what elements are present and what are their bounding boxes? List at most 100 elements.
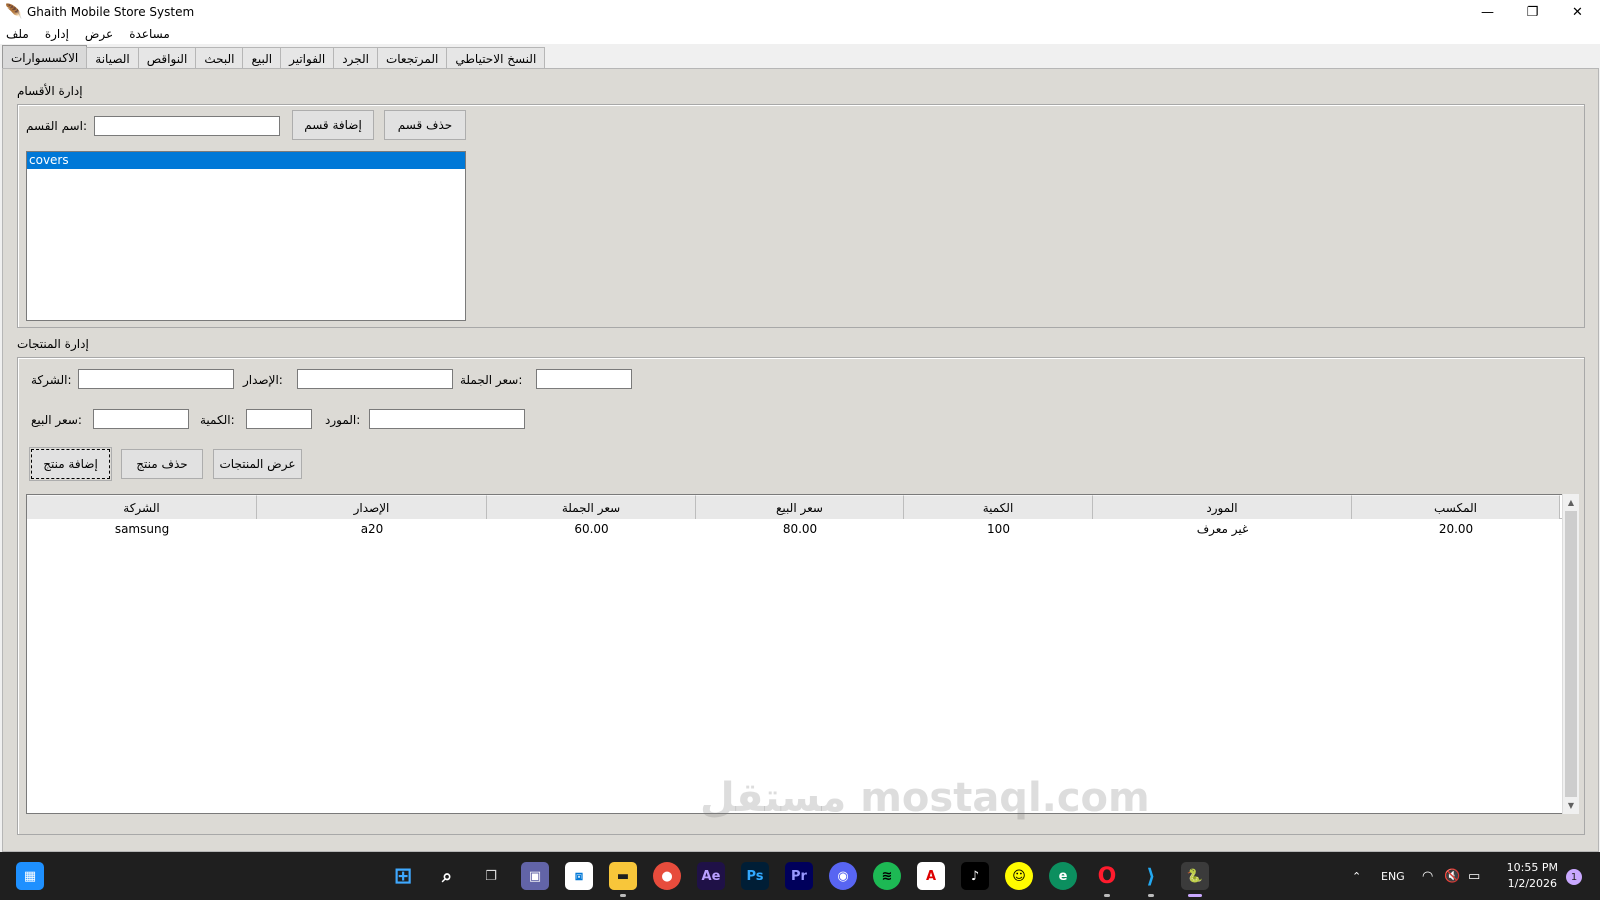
search-icon[interactable]: ⌕	[433, 862, 461, 890]
python-icon[interactable]: 🐍	[1181, 862, 1209, 890]
column-supplier[interactable]: المورد	[1093, 495, 1352, 519]
tab-backup[interactable]: النسخ الاحتياطي	[446, 47, 546, 69]
show-hidden-icons[interactable]: ⌃	[1352, 852, 1361, 900]
supplier-label: المورد:	[325, 413, 361, 427]
tab-returns[interactable]: المرتجعات	[376, 47, 448, 69]
menu-help[interactable]: مساعدة	[127, 27, 172, 41]
supplier-input[interactable]	[369, 409, 525, 429]
tab-shortages[interactable]: النواقص	[137, 47, 197, 69]
table-row[interactable]: samsung a20 60.00 80.00 100 غير معرف 20.…	[27, 519, 1577, 539]
cell-wholesale-price: 60.00	[574, 522, 609, 536]
wholesale-price-label: سعر الجملة:	[460, 373, 523, 387]
tab-content: إدارة الأقسام اسم القسم: إضافة قسم حذف ق…	[2, 68, 1599, 852]
tab-accessories[interactable]: الاكسسوارات	[2, 45, 88, 69]
column-company[interactable]: الشركة	[27, 495, 257, 519]
show-products-button[interactable]: عرض المنتجات	[213, 449, 302, 479]
cell-quantity: 100	[987, 522, 1010, 536]
clock-date: 1/2/2026	[1507, 877, 1558, 890]
table-scrollbar[interactable]: ▲ ▼	[1562, 494, 1579, 814]
category-name-label: اسم القسم:	[26, 119, 87, 133]
column-version[interactable]: الإصدار	[257, 495, 487, 519]
tab-invoices[interactable]: الفواتير	[280, 47, 335, 69]
watermark: مستقل mostaql.com	[700, 775, 1150, 821]
scroll-down-icon[interactable]: ▼	[1563, 797, 1579, 814]
delete-product-button[interactable]: حذف منتج	[121, 449, 203, 479]
products-group: الشركة: الإصدار: سعر الجملة: سعر البيع: …	[17, 357, 1585, 835]
store-icon[interactable]: ⧈	[565, 862, 593, 890]
tab-search[interactable]: البحث	[195, 47, 244, 69]
widgets-icon[interactable]: ▦	[16, 862, 44, 890]
menu-file[interactable]: ملف	[4, 27, 31, 41]
version-input[interactable]	[297, 369, 453, 389]
running-indicator	[620, 894, 626, 897]
menu-bar: ملف إدارة عرض مساعدة	[0, 24, 1600, 44]
photoshop-icon[interactable]: Ps	[741, 862, 769, 890]
cell-sale-price: 80.00	[782, 522, 818, 536]
column-quantity[interactable]: الكمية	[904, 495, 1093, 519]
notification-badge[interactable]: 1	[1566, 869, 1582, 885]
snapchat-icon[interactable]: ☺	[1005, 862, 1033, 890]
column-wholesale-price[interactable]: سعر الجملة	[487, 495, 696, 519]
cell-supplier: غير معرف	[1196, 522, 1249, 536]
clock-time: 10:55 PM	[1506, 861, 1558, 874]
cell-company: samsung	[114, 522, 170, 536]
after-effects-icon[interactable]: Ae	[697, 862, 725, 890]
file-explorer-icon[interactable]: ▬	[609, 862, 637, 890]
wifi-icon[interactable]: ◠	[1422, 852, 1433, 900]
acrobat-icon[interactable]: A	[917, 862, 945, 890]
window-title: Ghaith Mobile Store System	[27, 5, 195, 19]
column-sale-price[interactable]: سعر البيع	[696, 495, 904, 519]
close-button[interactable]: ✕	[1555, 0, 1600, 24]
categories-group-label: إدارة الأقسام	[17, 84, 83, 98]
edge-icon[interactable]: e	[1049, 862, 1077, 890]
spotify-icon[interactable]: ≋	[873, 862, 901, 890]
tab-maintenance[interactable]: الصيانة	[86, 47, 139, 69]
title-bar: 🪶 Ghaith Mobile Store System — ❐ ✕	[0, 0, 1600, 24]
wholesale-price-input[interactable]	[536, 369, 632, 389]
cell-profit: 20.00	[1438, 522, 1474, 536]
opera-icon[interactable]: O	[1093, 862, 1121, 890]
quantity-label: الكمية:	[200, 413, 235, 427]
quantity-input[interactable]	[246, 409, 312, 429]
chrome-icon[interactable]: ●	[653, 862, 681, 890]
battery-icon[interactable]: ▭	[1468, 852, 1480, 900]
categories-listbox[interactable]: covers	[26, 151, 466, 321]
tab-sales[interactable]: البيع	[242, 47, 282, 69]
windows-start-icon[interactable]: ⊞	[389, 862, 417, 890]
scroll-thumb[interactable]	[1565, 511, 1577, 797]
clock[interactable]: 10:55 PM 1/2/2026	[1507, 860, 1558, 892]
tiktok-icon[interactable]: ♪	[961, 862, 989, 890]
category-name-input[interactable]	[94, 116, 280, 136]
premiere-icon[interactable]: Pr	[785, 862, 813, 890]
window-controls: — ❐ ✕	[1465, 0, 1600, 24]
products-table[interactable]: الشركة الإصدار سعر الجملة سعر البيع الكم…	[26, 494, 1578, 814]
task-view-icon[interactable]: ❐	[477, 862, 505, 890]
scroll-up-icon[interactable]: ▲	[1563, 494, 1579, 511]
categories-group: اسم القسم: إضافة قسم حذف قسم covers	[17, 104, 1585, 328]
column-profit[interactable]: المكسب	[1352, 495, 1560, 519]
add-product-button[interactable]: إضافة منتج	[29, 447, 112, 481]
tab-inventory[interactable]: الجرد	[333, 47, 378, 69]
volume-muted-icon[interactable]: 🔇	[1444, 852, 1460, 900]
notebook-tabs: الاكسسوارات الصيانة النواقص البحث البيع …	[2, 45, 546, 69]
company-input[interactable]	[78, 369, 234, 389]
menu-view[interactable]: عرض	[83, 27, 115, 41]
vscode-icon[interactable]: ⟩	[1137, 862, 1165, 890]
products-group-label: إدارة المنتجات	[17, 337, 89, 351]
version-label: الإصدار:	[243, 373, 283, 387]
table-header: الشركة الإصدار سعر الجملة سعر البيع الكم…	[27, 495, 1577, 519]
delete-category-button[interactable]: حذف قسم	[384, 110, 466, 140]
teams-chat-icon[interactable]: ▣	[521, 862, 549, 890]
restore-button[interactable]: ❐	[1510, 0, 1555, 24]
discord-icon[interactable]: ◉	[829, 862, 857, 890]
running-indicator	[1104, 894, 1110, 897]
sale-price-input[interactable]	[93, 409, 189, 429]
add-category-button[interactable]: إضافة قسم	[292, 110, 374, 140]
cell-version: a20	[360, 522, 384, 536]
language-indicator[interactable]: ENG	[1381, 852, 1405, 900]
sale-price-label: سعر البيع:	[31, 413, 82, 427]
menu-manage[interactable]: إدارة	[43, 27, 71, 41]
running-indicator	[1148, 894, 1154, 897]
minimize-button[interactable]: —	[1465, 0, 1510, 24]
list-item[interactable]: covers	[27, 152, 465, 169]
